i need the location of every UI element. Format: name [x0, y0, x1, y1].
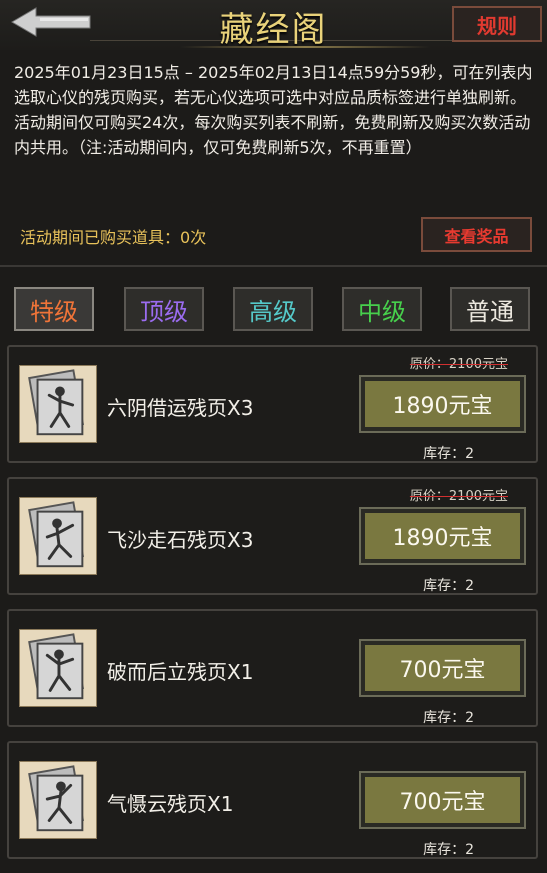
original-price: 原价：2100元宝	[410, 353, 508, 372]
martial-arts-scroll-icon	[19, 365, 97, 443]
item-name: 六阴借运残页X3	[107, 396, 254, 420]
stock-count: 库存：2	[423, 578, 474, 594]
buy-button[interactable]: 1890元宝	[359, 375, 526, 433]
buy-button[interactable]: 700元宝	[359, 771, 526, 829]
buy-button[interactable]: 700元宝	[359, 639, 526, 697]
item-name: 飞沙走石残页X3	[107, 528, 254, 552]
buy-price: 700元宝	[365, 777, 520, 823]
original-price: 原价：2100元宝	[410, 485, 508, 504]
item-card: 气慑云残页X1 700元宝 库存：2	[7, 741, 538, 859]
martial-arts-scroll-icon	[19, 629, 97, 707]
stock-count: 库存：2	[423, 710, 474, 726]
event-description: 2025年01月23日15点 – 2025年02月13日14点59分59秒，可在…	[14, 63, 533, 157]
buy-price: 1890元宝	[365, 513, 520, 559]
buy-price: 700元宝	[365, 645, 520, 691]
purchase-status-label: 活动期间已购买道具：	[20, 228, 181, 247]
purchase-status: 活动期间已购买道具：0次	[20, 224, 206, 248]
rules-button[interactable]: 规则	[452, 6, 542, 42]
tab-normal[interactable]: 普通	[450, 287, 530, 331]
section-divider	[0, 265, 547, 267]
stock-count: 库存：2	[423, 842, 474, 858]
original-price-text: 原价：2100元宝	[409, 357, 508, 372]
item-card: 破而后立残页X1 700元宝 库存：2	[7, 609, 538, 727]
tab-special[interactable]: 特级	[14, 287, 94, 331]
buy-price: 1890元宝	[365, 381, 520, 427]
original-price-text: 原价：2100元宝	[409, 489, 508, 504]
stock-count: 库存：2	[423, 446, 474, 462]
item-name: 气慑云残页X1	[107, 792, 234, 816]
tab-top[interactable]: 顶级	[124, 287, 204, 331]
martial-arts-scroll-icon	[19, 761, 97, 839]
tab-high[interactable]: 高级	[233, 287, 313, 331]
purchase-count: 0次	[180, 228, 207, 247]
quality-tabs: 特级 顶级 高级 中级 普通	[14, 287, 534, 332]
item-card: 六阴借运残页X3 原价：2100元宝 1890元宝 库存：2	[7, 345, 538, 463]
view-rewards-button[interactable]: 查看奖品	[421, 217, 532, 252]
martial-arts-scroll-icon	[19, 497, 97, 575]
header-bar: 藏经阁 规则	[0, 0, 547, 50]
tab-mid[interactable]: 中级	[342, 287, 422, 331]
item-card: 飞沙走石残页X3 原价：2100元宝 1890元宝 库存：2	[7, 477, 538, 595]
title-underline	[180, 46, 430, 48]
item-name: 破而后立残页X1	[107, 660, 254, 684]
buy-button[interactable]: 1890元宝	[359, 507, 526, 565]
